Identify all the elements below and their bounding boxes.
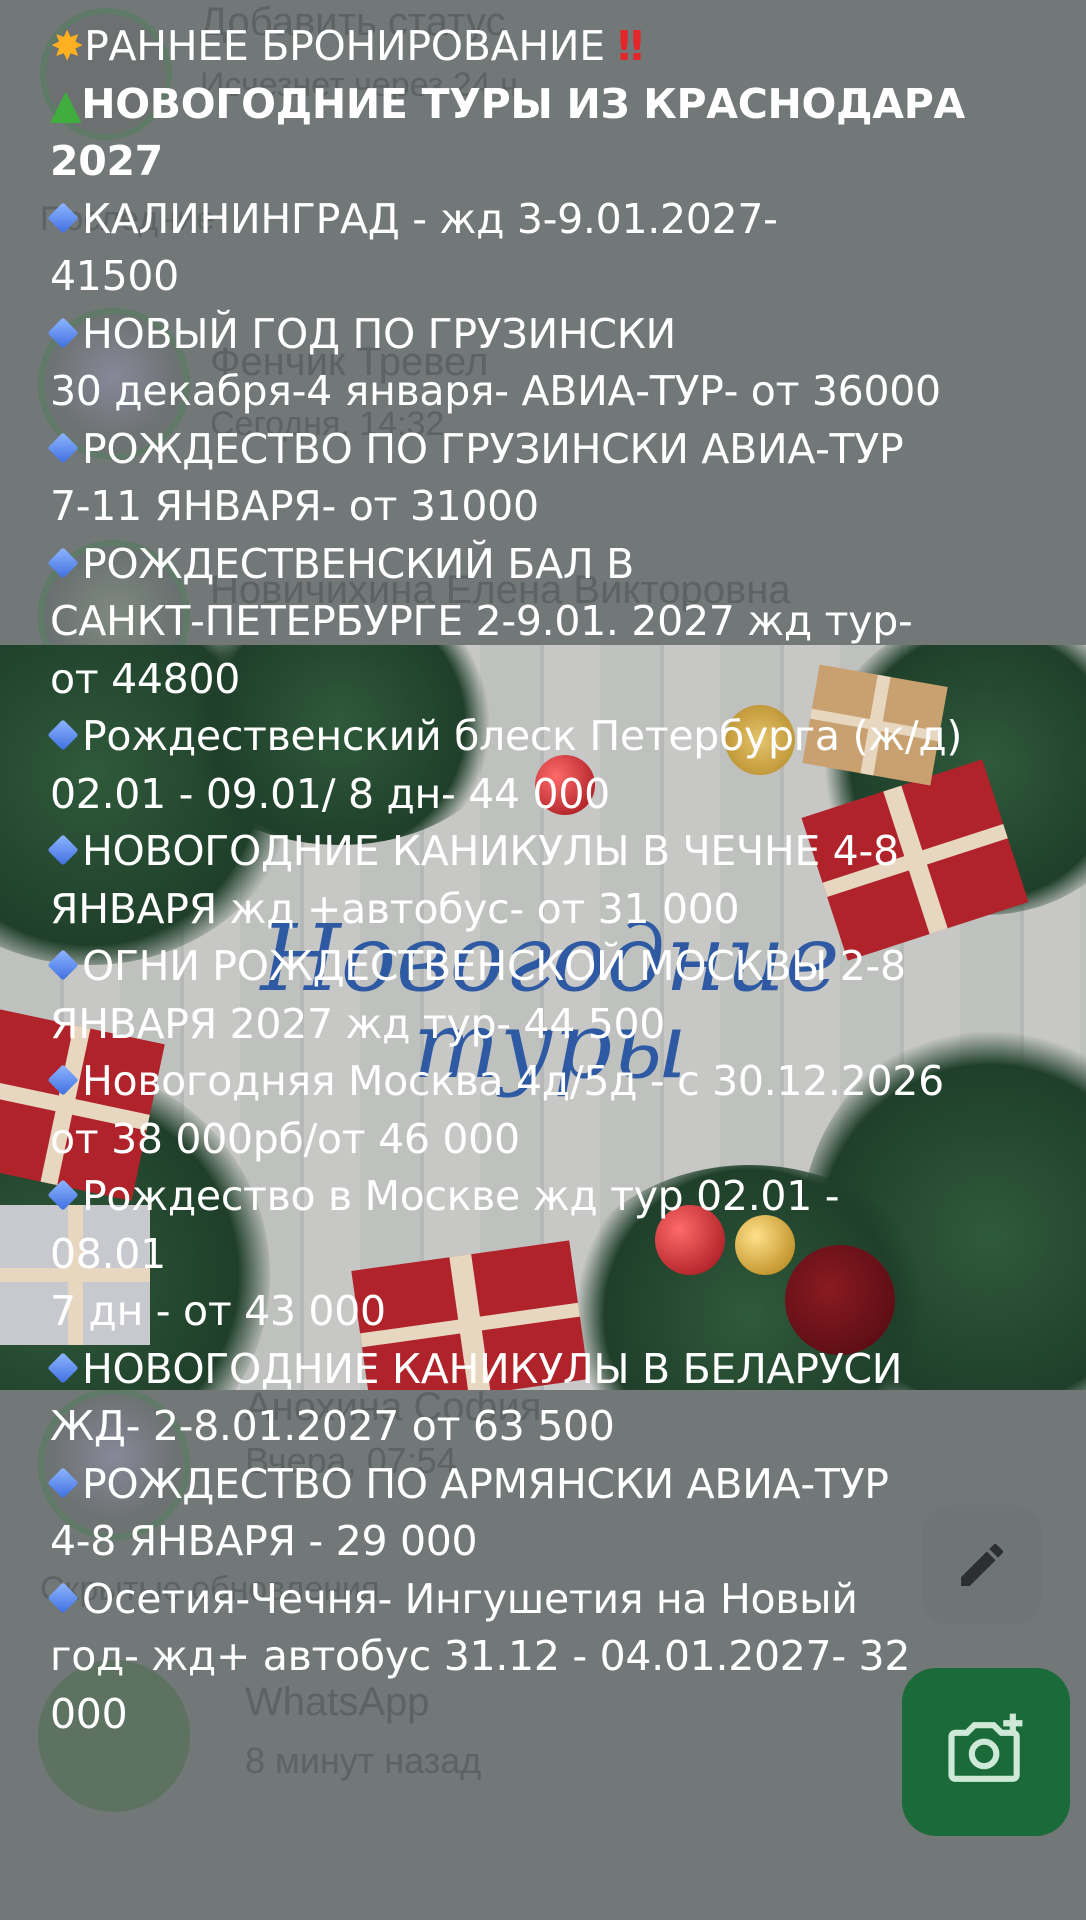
overlay-line-25: ЖД- 2-8.01.2027 от 63 500: [50, 1402, 615, 1450]
blue-diamond-icon: [47, 1466, 79, 1499]
tour-moscow-lights: ОГНИ РОЖДЕСТВЕНСКОЙ МОСКВЫ 2-8: [82, 942, 906, 990]
headline-new-year-tours: НОВОГОДНИЕ ТУРЫ ИЗ КРАСНОДАРА: [81, 79, 965, 128]
overlay-line-5: 41500: [50, 252, 179, 300]
tour-georgia-christmas: РОЖДЕСТВО ПО ГРУЗИНСКИ АВИА-ТУР: [82, 424, 904, 473]
tour-ossetia-chechnya-ingushetia: Осетия-Чечня- Ингушетия на Новый: [82, 1574, 858, 1623]
tour-chechnya: НОВОГОДНИЕ КАНИКУЛЫ В ЧЕЧНЕ 4-8: [82, 827, 899, 875]
tour-armenia: РОЖДЕСТВО ПО АРМЯНСКИ АВИА-ТУР: [82, 1459, 889, 1508]
overlay-line-28: Осетия-Чечня- Ингушетия на Новый: [47, 1571, 1080, 1629]
overlay-line-29: год- жд+ автобус 31.12 - 04.01.2027- 32: [50, 1632, 911, 1680]
double-exclamation-icon: ‼: [617, 22, 644, 70]
overlay-line-2: ▲НОВОГОДНИЕ ТУРЫ ИЗ КРАСНОДАРА: [50, 76, 1080, 134]
blue-diamond-icon: [47, 1581, 79, 1614]
christmas-tree-icon: ▲: [50, 79, 82, 128]
blue-diamond-icon: [47, 1064, 79, 1096]
blue-diamond-icon: [47, 719, 79, 751]
blue-diamond-icon: [47, 201, 79, 234]
tour-christmas-moscow: Рождество в Москве жд тур 02.01 -: [82, 1172, 840, 1220]
overlay-line-27: 4-8 ЯНВАРЯ - 29 000: [50, 1517, 478, 1565]
blue-diamond-icon: [47, 316, 79, 349]
overlay-line-17: ОГНИ РОЖДЕСТВЕНСКОЙ МОСКВЫ 2-8: [47, 938, 1080, 996]
blue-diamond-icon: [47, 949, 79, 981]
overlay-line-9: 7-11 ЯНВАРЯ- от 31000: [50, 482, 539, 530]
tour-kaliningrad: КАЛИНИНГРАД - жд 3-9.01.2027-: [82, 194, 778, 243]
overlay-line-7: 30 декабря-4 января- АВИА-ТУР- от 36000: [50, 367, 941, 415]
overlay-line-8: РОЖДЕСТВО ПО ГРУЗИНСКИ АВИА-ТУР: [47, 421, 1080, 479]
collision-icon: ✸: [50, 22, 85, 70]
overlay-line-3: 2027: [50, 137, 163, 185]
status-text-overlay: ✸РАННЕЕ БРОНИРОВАНИЕ ‼ ▲НОВОГОДНИЕ ТУРЫ …: [47, 18, 1080, 1743]
overlay-line-12: от 44800: [50, 654, 241, 703]
overlay-line-6: НОВЫЙ ГОД ПО ГРУЗИНСКИ: [47, 306, 1080, 364]
whatsapp-time: 8 минут назад: [245, 1740, 482, 1781]
overlay-line-1: ✸РАННЕЕ БРОНИРОВАНИЕ ‼: [50, 18, 1080, 76]
blue-diamond-icon: [47, 834, 79, 866]
tour-belarus: НОВОГОДНИЕ КАНИКУЛЫ В БЕЛАРУСИ: [82, 1344, 903, 1393]
overlay-line-23: 7 дн - от 43 000: [50, 1287, 386, 1335]
overlay-line-19: Новогодняя Москва 4д/5д - с 30.12.2026: [47, 1053, 1080, 1111]
overlay-line-13: Рождественский блеск Петербурга (ж/д): [47, 708, 1080, 766]
blue-diamond-icon: [47, 431, 79, 464]
tour-new-year-moscow: Новогодняя Москва 4д/5д - с 30.12.2026: [82, 1057, 944, 1105]
overlay-line-21: Рождество в Москве жд тур 02.01 -: [47, 1168, 1080, 1226]
headline-early-booking: РАННЕЕ БРОНИРОВАНИЕ: [84, 22, 605, 70]
tour-georgia-new-year: НОВЫЙ ГОД ПО ГРУЗИНСКИ: [82, 309, 676, 358]
overlay-line-22: 08.01: [50, 1229, 166, 1278]
tour-petersburg-shine: Рождественский блеск Петербурга (ж/д): [82, 712, 963, 760]
blue-diamond-icon: [47, 1351, 79, 1384]
overlay-line-14: 02.01 - 09.01/ 8 дн- 44 000: [50, 769, 610, 818]
overlay-line-30: 000: [50, 1689, 128, 1738]
overlay-line-24: НОВОГОДНИЕ КАНИКУЛЫ В БЕЛАРУСИ: [47, 1341, 1080, 1399]
overlay-line-4: КАЛИНИНГРАД - жд 3-9.01.2027-: [47, 191, 1080, 249]
overlay-line-16: ЯНВАРЯ жд +автобус- от 31 000: [50, 884, 740, 933]
tour-christmas-ball: РОЖДЕСТВЕНСКИЙ БАЛ В: [82, 539, 634, 588]
blue-diamond-icon: [47, 546, 79, 579]
overlay-line-26: РОЖДЕСТВО ПО АРМЯНСКИ АВИА-ТУР: [47, 1456, 1080, 1514]
overlay-line-20: от 38 000рб/от 46 000: [50, 1114, 520, 1163]
overlay-line-11: САНКТ-ПЕТЕРБУРГЕ 2-9.01. 2027 жд тур-: [50, 597, 913, 645]
overlay-line-10: РОЖДЕСТВЕНСКИЙ БАЛ В: [47, 536, 1080, 594]
blue-diamond-icon: [47, 1179, 79, 1211]
overlay-line-15: НОВОГОДНИЕ КАНИКУЛЫ В ЧЕЧНЕ 4-8: [47, 823, 1080, 881]
overlay-line-18: ЯНВАРЯ 2027 жд тур- 44 500: [50, 999, 666, 1048]
